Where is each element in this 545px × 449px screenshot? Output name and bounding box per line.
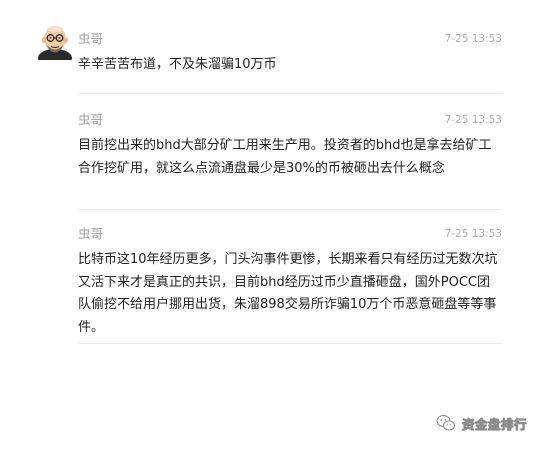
comment-time: 7-25 13:53 bbox=[444, 33, 502, 45]
comment-item: 虫哥 7-25 13:53 比特币这10年经历更多，门头沟事件更惨，长期来看只有… bbox=[78, 225, 502, 339]
comment-text: 目前挖出来的bhd大部分矿工用来生产用。投资者的bhd也是拿去给矿工合作挖矿用，… bbox=[78, 138, 492, 176]
watermark: 资金盘排行 bbox=[436, 413, 527, 433]
avatar[interactable] bbox=[35, 24, 75, 60]
comment-author[interactable]: 虫哥 bbox=[78, 111, 103, 129]
wechat-icon bbox=[436, 415, 455, 431]
comment-item: 虫哥 7-25 13:53 辛辛苦苦布道，不及朱溜骗10万币 bbox=[78, 30, 502, 77]
comment-meta: 虫哥 7-25 13:53 bbox=[78, 30, 502, 50]
comment-author[interactable]: 虫哥 bbox=[78, 30, 103, 48]
comment-text: 比特币这10年经历更多，门头沟事件更惨，长期来看只有经历过无数次坑又活下来才是真… bbox=[78, 252, 498, 335]
comment-meta: 虫哥 7-25 13:53 bbox=[78, 225, 502, 245]
avatar-image bbox=[35, 24, 75, 60]
comment-author[interactable]: 虫哥 bbox=[78, 225, 103, 243]
comment-divider bbox=[78, 343, 502, 344]
comment-item: 虫哥 7-25 13:53 目前挖出来的bhd大部分矿工用来生产用。投资者的bh… bbox=[78, 111, 502, 180]
comment-time: 7-25 13:53 bbox=[444, 228, 502, 240]
comment-time: 7-25 13:53 bbox=[444, 114, 502, 126]
comment-divider bbox=[78, 93, 502, 94]
watermark-text: 资金盘排行 bbox=[462, 416, 528, 432]
comment-text: 辛辛苦苦布道，不及朱溜骗10万币 bbox=[78, 57, 277, 72]
comment-meta: 虫哥 7-25 13:53 bbox=[78, 111, 502, 131]
comment-divider bbox=[78, 209, 502, 210]
